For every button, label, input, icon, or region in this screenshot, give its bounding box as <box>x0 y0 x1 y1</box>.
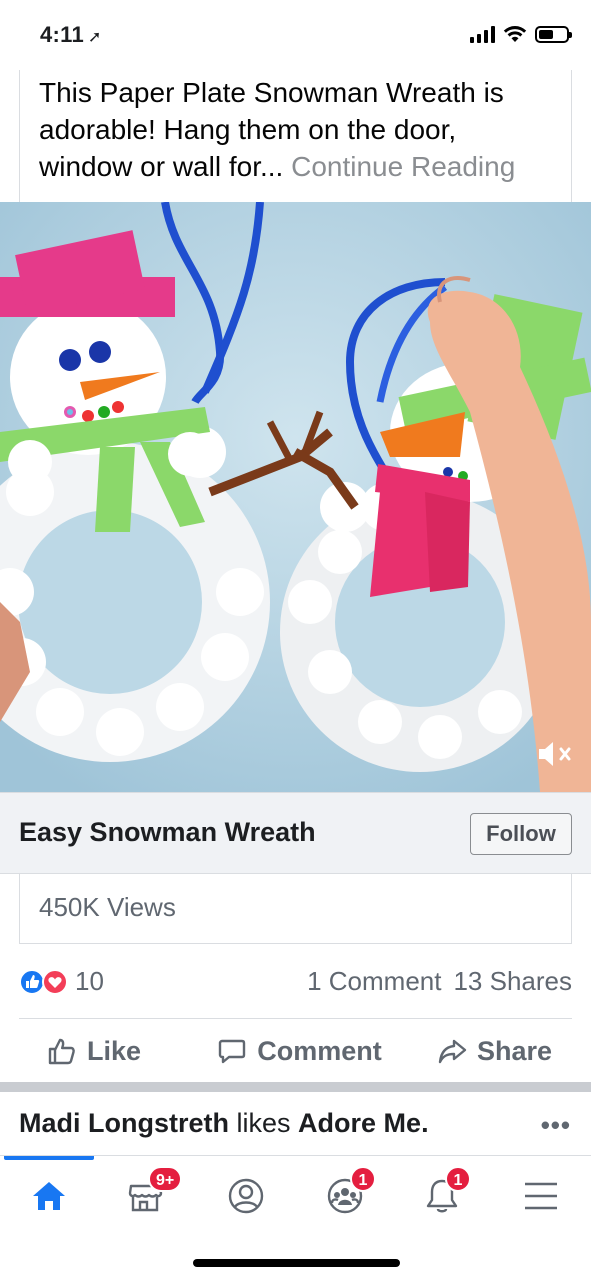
mute-icon[interactable] <box>535 738 575 770</box>
post-text: This Paper Plate Snowman Wreath is adora… <box>19 70 572 202</box>
like-button[interactable]: Like <box>19 1019 215 1083</box>
engagement-counts: 1 Comment 13 Shares <box>295 966 572 997</box>
more-options-icon[interactable]: ••• <box>541 1110 571 1141</box>
video-thumbnail <box>0 202 591 792</box>
views-count: 450K Views <box>19 874 572 944</box>
reactions-summary[interactable]: 10 1 Comment 13 Shares <box>19 960 572 1006</box>
video-player[interactable] <box>0 202 591 792</box>
wifi-icon <box>503 26 527 42</box>
marketplace-badge: 9+ <box>148 1166 183 1192</box>
share-button[interactable]: Share <box>384 1019 572 1083</box>
comment-count[interactable]: 1 Comment <box>307 966 441 996</box>
battery-icon <box>535 25 572 43</box>
story-verb: likes <box>236 1108 291 1138</box>
tab-groups[interactable]: 1 <box>320 1166 376 1216</box>
active-tab-indicator <box>4 1156 94 1160</box>
status-indicators <box>470 24 572 44</box>
share-count[interactable]: 13 Shares <box>453 966 572 996</box>
tab-home[interactable] <box>24 1170 74 1216</box>
link-title[interactable]: Easy Snowman Wreath <box>19 817 316 848</box>
feed-divider <box>0 1082 591 1092</box>
status-bar: 4:11 ➚ <box>0 0 591 70</box>
notifications-badge: 1 <box>445 1166 471 1192</box>
share-label: Share <box>476 1035 552 1066</box>
home-icon <box>33 1182 65 1210</box>
reaction-count: 10 <box>75 966 104 996</box>
status-time: 4:11 ➚ <box>40 22 102 47</box>
link-preview-bar[interactable]: Easy Snowman Wreath Follow <box>0 792 591 874</box>
love-reaction-icon <box>42 969 68 995</box>
reaction-icons <box>19 969 68 995</box>
tab-profile[interactable] <box>221 1170 271 1216</box>
location-arrow-icon: ➚ <box>88 29 102 46</box>
profile-icon <box>228 1178 264 1214</box>
comment-icon <box>219 1039 246 1064</box>
story-page[interactable]: Adore Me. <box>298 1108 429 1138</box>
tab-marketplace[interactable]: 9+ <box>120 1166 183 1216</box>
comment-label: Comment <box>257 1035 382 1066</box>
share-arrow-icon <box>438 1039 467 1064</box>
cellular-signal-icon <box>470 25 495 43</box>
thumbs-up-icon <box>48 1038 75 1065</box>
tab-menu[interactable] <box>516 1170 566 1216</box>
next-story-header: Madi Longstreth likes Adore Me. <box>19 1108 572 1139</box>
comment-button[interactable]: Comment <box>215 1019 383 1083</box>
follow-button[interactable]: Follow <box>470 813 572 855</box>
like-label: Like <box>87 1035 142 1066</box>
bottom-tab-bar: 9+ 1 1 <box>0 1155 591 1235</box>
groups-badge: 1 <box>350 1166 376 1192</box>
story-actor[interactable]: Madi Longstreth <box>19 1108 229 1138</box>
tab-notifications[interactable]: 1 <box>417 1166 471 1216</box>
continue-reading-link[interactable]: Continue Reading <box>291 151 515 182</box>
menu-icon <box>525 1182 557 1210</box>
home-indicator[interactable] <box>193 1259 400 1267</box>
like-reaction-icon <box>19 969 45 995</box>
post-actions: Like Comment Share <box>19 1018 572 1082</box>
